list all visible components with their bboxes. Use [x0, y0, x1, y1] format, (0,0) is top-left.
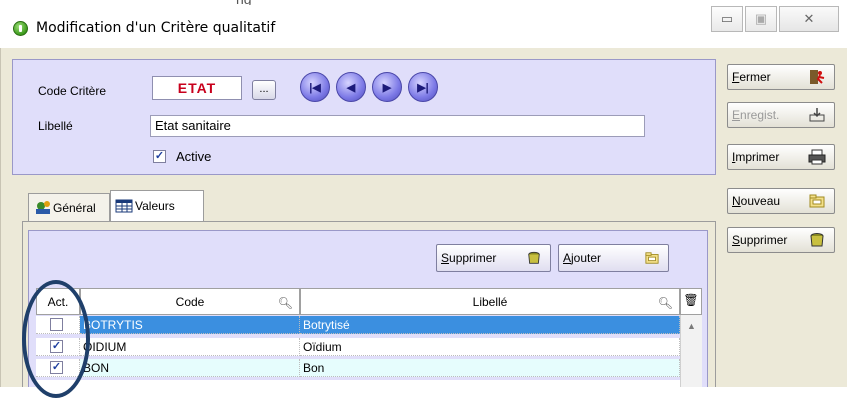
delete-icon	[528, 251, 540, 264]
button-accel: N	[732, 194, 741, 208]
libelle-cell[interactable]: Bon	[300, 359, 680, 377]
table-row-empty	[36, 380, 680, 398]
button-accel: A	[563, 251, 572, 265]
new-folder-icon	[809, 194, 825, 208]
column-header-libelle[interactable]: Libellé 🔍︎	[300, 288, 680, 315]
libelle-label: Libellé	[38, 119, 73, 133]
libelle-field[interactable]: Etat sanitaire	[150, 115, 645, 137]
exit-icon	[810, 70, 825, 84]
libelle-cell[interactable]: Oïdium	[300, 338, 680, 356]
button-label: ermer	[739, 70, 771, 84]
previous-icon: ◀	[346, 81, 356, 94]
new-button[interactable]: Nouveau	[727, 188, 835, 214]
nav-first-button[interactable]: |◀	[300, 72, 330, 102]
button-label: upprimer	[740, 233, 788, 247]
title-bar: ng Modification d'un Critère qualitatif …	[0, 0, 847, 48]
button-accel: S	[441, 251, 450, 265]
printer-icon	[808, 149, 826, 165]
last-icon: ▶|	[417, 81, 429, 94]
tab-label: Général	[53, 200, 96, 215]
tab-valeurs[interactable]: Valeurs	[110, 190, 204, 221]
code-cell[interactable]: BOTRYTIS	[80, 316, 300, 334]
print-button[interactable]: Imprimer	[727, 144, 835, 170]
column-options-icon[interactable]: 🗑︎	[680, 288, 702, 315]
code-cell[interactable]: OIDIUM	[80, 338, 300, 356]
close-button[interactable]: ✕	[779, 6, 839, 32]
search-icon[interactable]: 🔍︎	[658, 290, 673, 316]
button-accel: S	[732, 233, 741, 247]
table-row[interactable]: ✓ BON Bon	[36, 359, 680, 377]
nav-next-button[interactable]: ▶	[372, 72, 402, 102]
code-label: Code Critère	[38, 84, 107, 98]
code-cell[interactable]: BON	[80, 359, 300, 377]
table-row[interactable]: ✓ OIDIUM Oïdium	[36, 338, 680, 356]
next-icon: ▶	[382, 81, 392, 94]
app-icon	[13, 21, 28, 36]
nav-last-button[interactable]: ▶|	[408, 72, 438, 102]
button-label: upprimer	[449, 251, 497, 265]
table-icon	[115, 199, 133, 213]
vertical-scrollbar[interactable]: ▲	[680, 315, 702, 387]
general-icon	[36, 200, 50, 214]
window-controls: ▭ ▣ ✕	[711, 6, 841, 34]
add-value-button[interactable]: Ajouter	[558, 244, 669, 272]
scroll-up-icon[interactable]: ▲	[687, 321, 696, 331]
active-label: Active	[176, 149, 212, 164]
tab-label: Valeurs	[135, 199, 175, 213]
maximize-button[interactable]: ▣	[745, 6, 777, 32]
first-icon: |◀	[309, 81, 321, 94]
delete-value-button[interactable]: Supprimer	[436, 244, 551, 272]
tab-general[interactable]: Général	[28, 193, 110, 221]
minimize-button[interactable]: ▭	[711, 6, 743, 32]
button-label: ouveau	[740, 194, 781, 208]
close-form-button[interactable]: Fermer	[727, 64, 835, 90]
annotation-highlight-oval	[22, 280, 90, 398]
delete-icon	[810, 233, 824, 247]
column-header-label: Libellé	[472, 295, 508, 309]
lookup-button[interactable]: ...	[252, 80, 276, 100]
code-field[interactable]: ETAT	[152, 76, 242, 100]
button-label: jouter	[571, 251, 602, 265]
button-accel: E	[732, 108, 741, 122]
save-icon	[809, 108, 825, 122]
button-accel: F	[732, 70, 740, 84]
nav-prev-button[interactable]: ◀	[336, 72, 366, 102]
button-label: nregist.	[740, 108, 780, 122]
active-checkbox[interactable]: ✓	[153, 150, 166, 163]
column-header-code[interactable]: Code 🔍︎	[80, 288, 300, 315]
libelle-cell[interactable]: Botrytisé	[300, 316, 680, 334]
column-header-label: Code	[175, 295, 205, 309]
window-title: Modification d'un Critère qualitatif	[36, 20, 276, 36]
delete-record-button[interactable]: Supprimer	[727, 227, 835, 253]
button-label: mprimer	[735, 150, 780, 164]
save-button[interactable]: Enregist.	[727, 102, 835, 128]
title-overflow-text: ng	[236, 0, 366, 5]
new-folder-icon	[645, 252, 659, 264]
search-icon[interactable]: 🔍︎	[278, 290, 293, 316]
table-row[interactable]: BOTRYTIS Botrytisé	[36, 316, 680, 334]
